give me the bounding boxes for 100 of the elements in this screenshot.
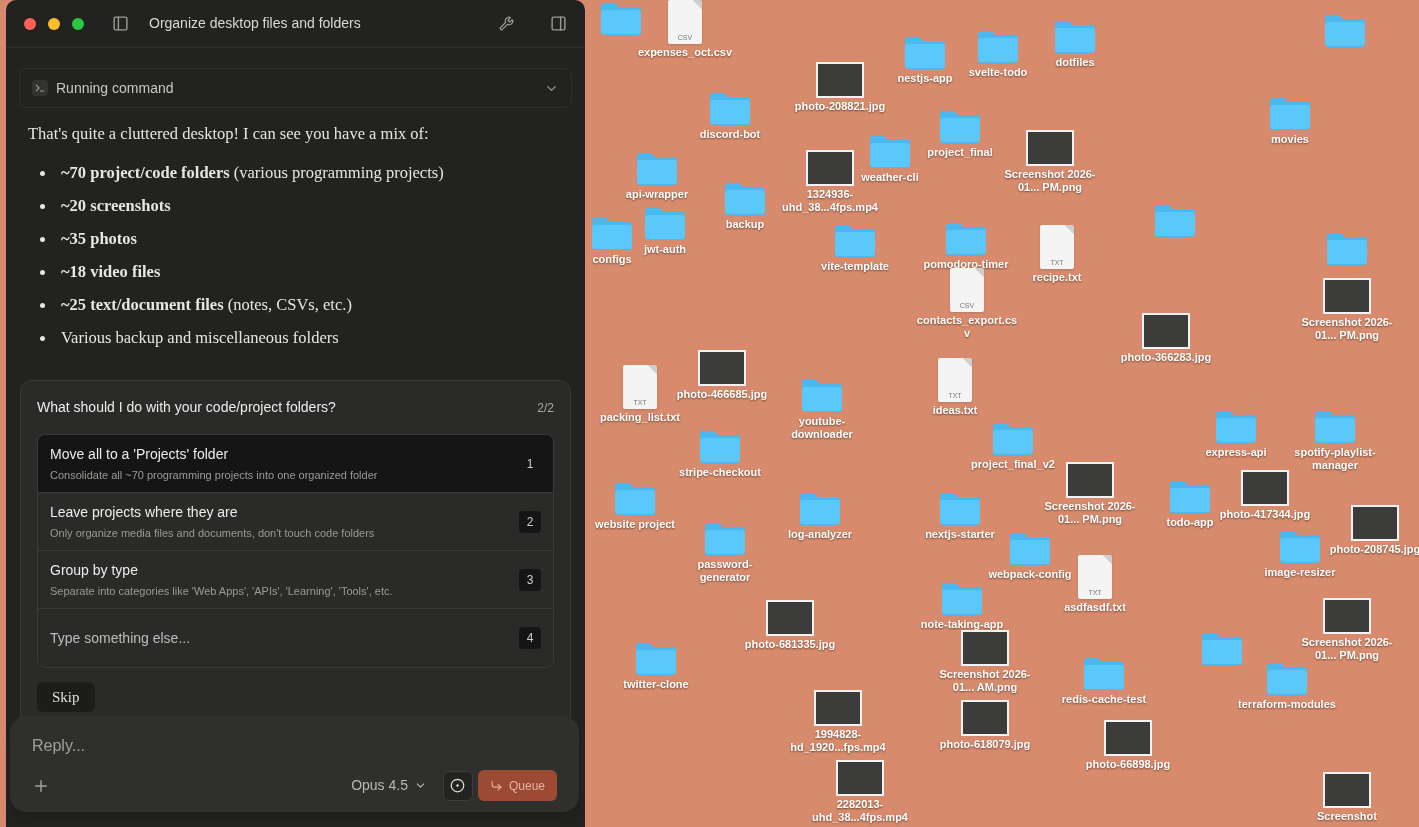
file-name[interactable]: nextjs-starter xyxy=(925,528,995,541)
file-name[interactable]: Screenshot 2026-01... PM.png xyxy=(998,168,1102,194)
folder-icon xyxy=(703,520,747,556)
message-paragraph: That's quite a cluttered desktop! I can see you have a mix of: xyxy=(28,123,430,145)
file-name[interactable]: log-analyzer xyxy=(787,528,853,541)
model-selector[interactable]: Opus 4.5 xyxy=(351,775,427,796)
record-button[interactable] xyxy=(442,770,473,801)
file-name[interactable]: stripe-checkout xyxy=(679,466,761,479)
file-name[interactable]: dotfiles xyxy=(1055,56,1095,69)
file-name[interactable]: photo-208745.jpg xyxy=(1329,543,1419,556)
file-name[interactable]: backup xyxy=(725,218,765,231)
file-name[interactable]: ideas.txt xyxy=(932,404,978,417)
photo-placeholder xyxy=(766,600,814,636)
file-name[interactable]: photo-366283.jpg xyxy=(1120,351,1212,364)
file-name[interactable]: photo-618079.jpg xyxy=(939,738,1031,751)
option-description: Separate into categories like 'Web Apps', 'APIs', 'Learning', 'Tools', etc. xyxy=(50,583,393,599)
skip-button[interactable]: Skip xyxy=(37,682,95,712)
file-name[interactable]: weather-cli xyxy=(861,171,919,184)
file-name[interactable]: configs xyxy=(592,253,632,266)
file-name[interactable]: api-wrapper xyxy=(625,188,689,201)
file-name[interactable]: contacts_export.csv xyxy=(915,314,1019,340)
folder-icon xyxy=(976,28,1020,64)
folder-icon xyxy=(1214,408,1258,444)
folder-icon xyxy=(634,640,678,676)
file-name[interactable]: todo-app xyxy=(1166,516,1214,529)
photo-placeholder xyxy=(1323,772,1371,808)
file-name[interactable]: image-resizer xyxy=(1264,566,1336,579)
file-name[interactable]: discord-bot xyxy=(699,128,761,141)
file-name[interactable]: terraform-modules xyxy=(1238,698,1336,711)
photo-placeholder xyxy=(1104,720,1152,756)
folder-icon xyxy=(1082,655,1126,691)
file-name[interactable]: photo-466685.jpg xyxy=(676,388,768,401)
file-name[interactable]: packing_list.txt xyxy=(599,411,681,424)
file-name[interactable]: movies xyxy=(1271,133,1309,146)
folder-icon xyxy=(1153,202,1197,238)
queue-button[interactable]: Queue xyxy=(477,770,557,801)
option-title: Group by type xyxy=(50,560,139,580)
file-name[interactable]: 1994828-hd_1920...fps.mp4 xyxy=(786,728,890,754)
folder-icon xyxy=(833,222,877,258)
shortcut-number: 3 xyxy=(519,568,541,591)
wrench-icon[interactable] xyxy=(499,16,514,31)
file-name[interactable]: website project xyxy=(594,518,676,531)
folder-icon xyxy=(723,180,767,216)
panel-toggle-icon[interactable] xyxy=(550,15,567,32)
file-name[interactable]: youtube-downloader xyxy=(770,415,874,441)
file-name[interactable]: webpack-config xyxy=(988,568,1072,581)
zoom-window-icon[interactable] xyxy=(72,17,84,30)
bullet-icon xyxy=(40,203,45,209)
file-name[interactable]: Screenshot 2026-01... AM.png xyxy=(933,668,1037,694)
file-name[interactable]: Screenshot 2026-01... PM.png xyxy=(1295,316,1399,342)
folder-icon xyxy=(1053,18,1097,54)
folder-icon xyxy=(1325,230,1369,266)
file-name[interactable]: Screenshot 2026-01... PM.png xyxy=(1295,636,1399,662)
photo-placeholder xyxy=(1066,462,1114,498)
custom-answer-field[interactable]: Type something else... xyxy=(50,627,450,649)
folder-icon xyxy=(643,205,687,241)
folder-icon xyxy=(940,580,984,616)
sidebar-toggle-icon[interactable] xyxy=(112,15,129,32)
folder-icon xyxy=(1278,528,1322,564)
file-name[interactable]: spotify-playlist-manager xyxy=(1283,446,1387,472)
file-name[interactable]: 1324936-uhd_38...4fps.mp4 xyxy=(778,188,882,214)
file-name[interactable]: photo-417344.jpg xyxy=(1219,508,1311,521)
bullet-text: Various backup and miscellaneous folders xyxy=(61,327,339,349)
file-name[interactable]: express-api xyxy=(1205,446,1267,459)
close-window-icon[interactable] xyxy=(24,17,36,30)
file-name[interactable]: asdfasdf.txt xyxy=(1064,601,1126,614)
answer-option[interactable]: Move all to a 'Projects' folder Consolidate all ~70 programming projects into one organized folder 1 xyxy=(38,435,553,493)
file-name[interactable]: pomodoro-timer xyxy=(923,258,1009,271)
command-status-text: Running command xyxy=(56,78,174,98)
file-name[interactable]: project_final_v2 xyxy=(971,458,1055,471)
file-name[interactable]: note-taking-app xyxy=(920,618,1004,631)
file-name[interactable]: 2282013-uhd_38...4fps.mp4 xyxy=(808,798,912,824)
file-name[interactable]: recipe.txt xyxy=(1032,271,1082,284)
photo-placeholder xyxy=(1351,505,1399,541)
file-name[interactable]: photo-208821.jpg xyxy=(794,100,886,113)
file-name[interactable]: Screenshot 2026-01... PM.png xyxy=(1038,500,1142,526)
folder-icon xyxy=(1008,530,1052,566)
folder-icon xyxy=(903,34,947,70)
file-name[interactable]: nestjs-app xyxy=(897,72,953,85)
reply-field[interactable]: Reply... xyxy=(32,734,332,758)
bullet-text: ~25 text/document files (notes, CSVs, etc.) xyxy=(61,294,352,316)
file-name[interactable]: photo-681335.jpg xyxy=(744,638,836,651)
file-name[interactable]: svelte-todo xyxy=(968,66,1028,79)
file-name[interactable]: project_final xyxy=(927,146,993,159)
folder-icon xyxy=(635,150,679,186)
minimize-window-icon[interactable] xyxy=(48,17,60,30)
file-name[interactable]: vite-template xyxy=(821,260,889,273)
bullet-text: ~20 screenshots xyxy=(61,195,171,217)
file-name[interactable]: photo-66898.jpg xyxy=(1085,758,1171,771)
file-name[interactable]: twitter-clone xyxy=(623,678,689,691)
command-status-bar[interactable]: Running command xyxy=(19,68,572,108)
file-name[interactable]: Screenshot xyxy=(1317,810,1377,823)
option-description: Consolidate all ~70 programming projects into one organized folder xyxy=(50,467,378,483)
file-name[interactable]: password-generator xyxy=(673,558,777,584)
file-name[interactable]: jwt-auth xyxy=(643,243,687,256)
file-name[interactable]: expenses_oct.csv xyxy=(637,46,733,59)
file-name[interactable]: redis-cache-test xyxy=(1061,693,1147,706)
question-title: What should I do with your code/project folders? xyxy=(37,398,336,417)
folder-icon xyxy=(938,490,982,526)
photo-placeholder xyxy=(1323,598,1371,634)
